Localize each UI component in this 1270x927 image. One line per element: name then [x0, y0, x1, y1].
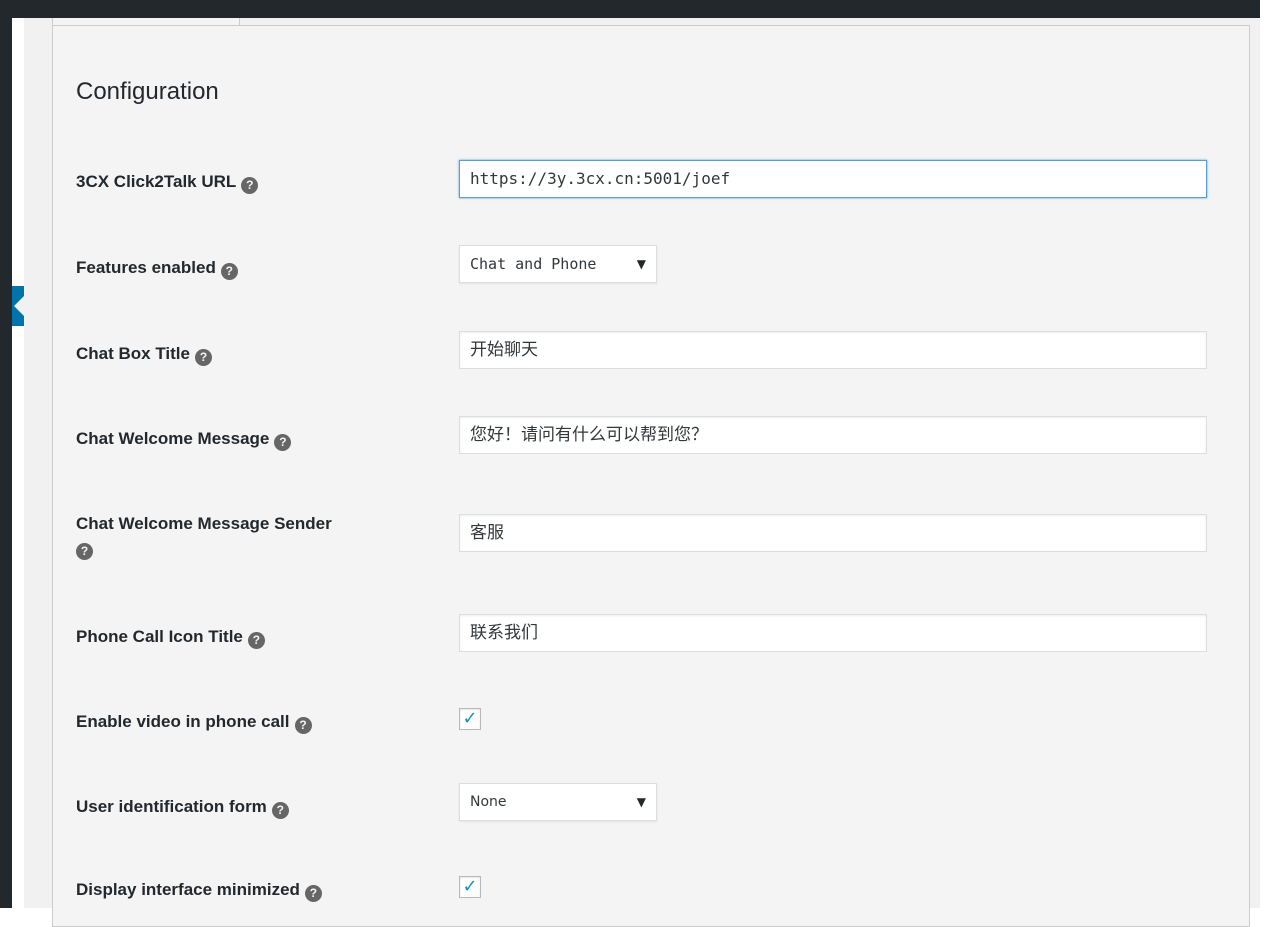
help-icon[interactable]: ?: [247, 632, 265, 649]
chat-box-title-label: Chat Box Title?: [76, 342, 436, 366]
help-icon[interactable]: ?: [271, 802, 289, 819]
help-icon[interactable]: ?: [241, 177, 259, 194]
admin-sidebar-edge: [0, 0, 12, 908]
chevron-down-icon: ▼: [636, 795, 646, 809]
chevron-down-icon: ▼: [636, 257, 646, 271]
display-minimized-label: Display interface minimized?: [76, 878, 436, 902]
chat-welcome-message-input[interactable]: 您好！请问有什么可以帮到您？: [459, 416, 1207, 454]
chat-welcome-sender-input[interactable]: 客服: [459, 514, 1207, 552]
enable-video-label: Enable video in phone call?: [76, 710, 436, 734]
help-icon[interactable]: ?: [294, 717, 312, 734]
admin-bar: [12, 0, 1260, 18]
phone-call-icon-title-input[interactable]: 联系我们: [459, 614, 1207, 652]
features-enabled-select[interactable]: Chat and Phone ▼: [459, 245, 657, 283]
section-title: Configuration: [76, 78, 219, 105]
help-icon[interactable]: ?: [76, 543, 93, 560]
chat-welcome-sender-label: Chat Welcome Message Sender?: [76, 514, 332, 560]
click2talk-url-input[interactable]: https://3y.3cx.cn:5001/joef: [459, 160, 1207, 198]
click2talk-url-label: 3CX Click2Talk URL?: [76, 170, 436, 194]
chat-box-title-input[interactable]: 开始聊天: [459, 331, 1207, 369]
help-icon[interactable]: ?: [220, 263, 238, 280]
help-icon[interactable]: ?: [304, 885, 322, 902]
enable-video-checkbox[interactable]: ✓: [459, 708, 481, 730]
help-icon[interactable]: ?: [194, 349, 212, 366]
user-identification-form-label: User identification form?: [76, 795, 436, 819]
features-enabled-label: Features enabled?: [76, 256, 436, 280]
collapse-menu-arrow-icon[interactable]: [12, 286, 24, 326]
chat-welcome-message-label: Chat Welcome Message?: [76, 427, 436, 451]
help-icon[interactable]: ?: [274, 434, 292, 451]
display-minimized-checkbox[interactable]: ✓: [459, 876, 481, 898]
user-identification-form-select[interactable]: None ▼: [459, 783, 657, 821]
right-edge: [1260, 0, 1270, 908]
phone-call-icon-title-label: Phone Call Icon Title?: [76, 625, 436, 649]
